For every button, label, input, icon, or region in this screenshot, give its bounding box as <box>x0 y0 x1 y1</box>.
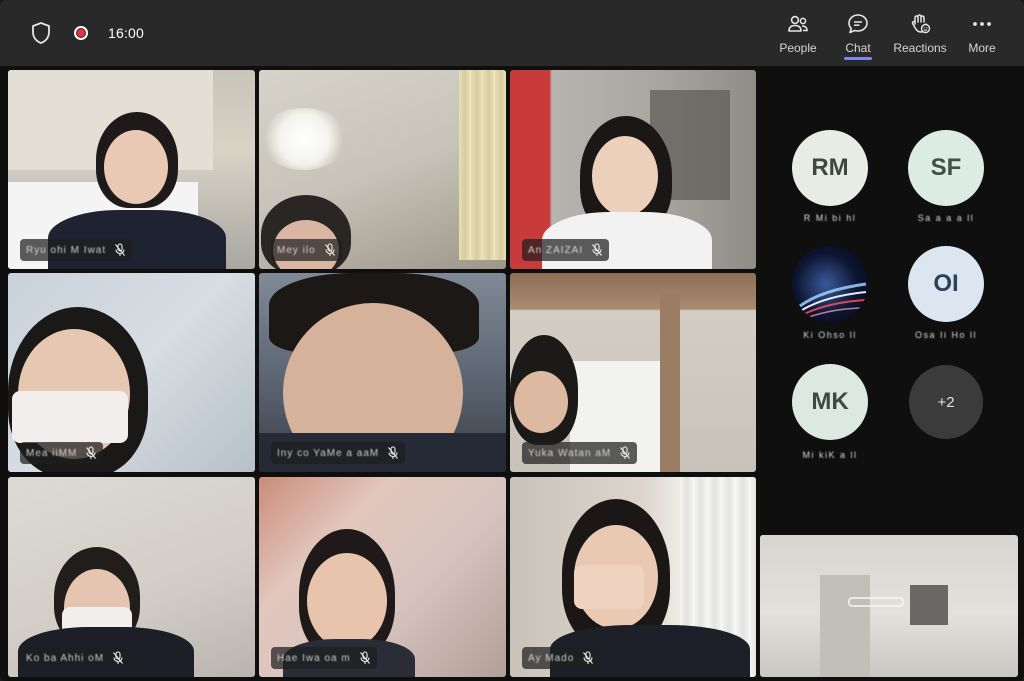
video-tile[interactable]: Iny co YaMe a aaM <box>259 273 506 472</box>
participant-face <box>104 130 168 204</box>
avatar[interactable]: MK <box>792 364 868 440</box>
participant-face <box>592 136 658 216</box>
reactions-icon <box>911 14 931 34</box>
video-tile[interactable]: Ryu ohi M Iwat <box>8 70 255 269</box>
meeting-info: 16:00 <box>30 20 144 46</box>
chat-button[interactable]: Chat <box>828 8 888 62</box>
video-tile[interactable]: Ko ba Ahhi oM <box>8 477 255 677</box>
toolbar-actions: People Chat Reactions More <box>768 8 1012 62</box>
more-button[interactable]: More <box>952 8 1012 62</box>
face-mask <box>12 391 128 443</box>
participant-name-tag: Ko ba Ahhi oM <box>20 647 131 669</box>
wooden-beam <box>660 291 680 472</box>
participant-name: Hae Iwa oa m <box>277 652 351 664</box>
participant-name: Ko ba Ahhi oM <box>26 652 105 664</box>
participant-face <box>514 371 568 433</box>
people-button[interactable]: People <box>768 8 828 62</box>
shield-icon[interactable] <box>30 21 52 45</box>
video-tile[interactable]: Mea iiMM <box>8 273 255 472</box>
people-icon <box>788 15 808 32</box>
avatar-name: Mi kiK a ll <box>802 450 858 460</box>
video-tile[interactable]: Mey ilo <box>259 70 506 269</box>
participant-name: Ay Mado <box>528 652 575 664</box>
mic-off-icon <box>115 243 126 256</box>
meeting-timer: 16:00 <box>108 25 145 41</box>
avatar-initials: OI <box>933 270 959 297</box>
participant-name-tag: Mey ilo <box>271 239 342 261</box>
video-tile[interactable]: An ZAIZAI <box>510 70 756 269</box>
participant-name: Yuka Watan aM <box>528 447 612 459</box>
reactions-label: Reactions <box>893 41 947 55</box>
more-participants-count: +2 <box>937 393 955 411</box>
meeting-toolbar: 16:00 People Chat Reactions More <box>0 0 1024 66</box>
avatar-name: Ki Ohso ll <box>803 330 857 340</box>
participant-name: Iny co YaMe a aaM <box>277 447 380 459</box>
avatar-initials: MK <box>811 388 849 415</box>
reactions-button[interactable]: Reactions <box>888 8 952 62</box>
mic-off-icon <box>324 243 335 256</box>
more-icon <box>973 22 991 26</box>
participant-name-tag: Ay Mado <box>522 647 601 669</box>
wall-cabinet <box>910 585 948 625</box>
participant-name-tag: Ryu ohi M Iwat <box>20 239 133 261</box>
avatar[interactable]: SF <box>908 130 984 206</box>
avatar[interactable] <box>792 246 868 322</box>
participant-face <box>307 553 387 649</box>
mic-off-icon <box>86 446 97 459</box>
self-view[interactable] <box>760 535 1018 677</box>
mic-off-icon <box>113 651 123 664</box>
video-tile[interactable]: Ay Mado <box>510 477 756 677</box>
chat-label: Chat <box>845 41 871 55</box>
record-icon <box>74 26 88 40</box>
more-participants-button[interactable]: +2 <box>909 365 983 439</box>
avatar-name: R Mi bi hl <box>803 213 857 223</box>
mic-off-icon <box>359 651 370 664</box>
people-label: People <box>779 41 817 55</box>
curtain <box>459 70 506 260</box>
participant-name-tag: Yuka Watan aM <box>522 442 638 464</box>
mic-off-icon <box>620 446 631 459</box>
participant-name: Ryu ohi M Iwat <box>26 244 107 256</box>
avatar-name: Osa Ii Ho ll <box>914 330 977 340</box>
mic-off-icon <box>388 446 399 459</box>
ceiling-light <box>259 108 349 170</box>
glasses <box>848 597 904 607</box>
more-label: More <box>968 41 996 55</box>
participant-name: Mea iiMM <box>26 447 78 459</box>
avatar-initials: RM <box>811 154 849 181</box>
participant-name-tag: Mea iiMM <box>20 442 104 464</box>
participant-name-tag: Hae Iwa oa m <box>271 647 377 669</box>
avatar-name: Sa a a a ll <box>917 213 975 223</box>
door <box>820 575 870 677</box>
avatar-photo <box>799 282 867 319</box>
participant-name-tag: Iny co YaMe a aaM <box>271 442 406 464</box>
mic-off-icon <box>592 243 603 256</box>
participant-name: Mey ilo <box>277 244 316 256</box>
avatar[interactable]: OI <box>908 246 984 322</box>
participant-name: An ZAIZAI <box>528 244 584 256</box>
face-mask <box>574 565 644 609</box>
video-tile[interactable]: Hae Iwa oa m <box>259 477 506 677</box>
mic-off-icon <box>583 651 594 664</box>
participant-name-tag: An ZAIZAI <box>522 239 610 261</box>
avatar-initials: SF <box>930 154 962 181</box>
avatar[interactable]: RM <box>792 130 868 206</box>
video-tile[interactable]: Yuka Watan aM <box>510 273 756 472</box>
chat-icon <box>848 14 868 34</box>
